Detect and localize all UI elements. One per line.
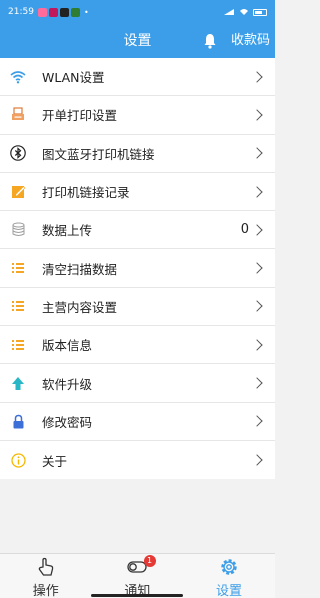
tab-label: 设置 (215, 584, 242, 598)
payment-code-button[interactable]: 收款码 (231, 24, 270, 58)
menu-item-label: WLAN设置 (42, 70, 105, 86)
chevron-right-icon (251, 415, 263, 427)
gear-icon (221, 559, 237, 575)
battery-icon (253, 8, 267, 16)
wifi-status-icon (240, 9, 248, 15)
app-notification-icon (48, 7, 58, 17)
menu-item-clear-scan-data[interactable]: 清空扫描数据 (0, 249, 275, 288)
app-notification-icon (37, 7, 47, 17)
list-icon (10, 260, 26, 276)
upload-count: 0 (240, 222, 249, 238)
edit-icon (10, 184, 26, 200)
status-bar: 21:59 • (0, 0, 275, 24)
chevron-right-icon (251, 377, 263, 389)
tab-label: 操作 (32, 584, 59, 598)
menu-item-printer-history[interactable]: 打印机链接记录 (0, 173, 275, 212)
menu-item-label: 关于 (42, 453, 68, 469)
chevron-right-icon (251, 454, 263, 466)
list-icon (10, 298, 26, 314)
menu-item-label: 数据上传 (42, 223, 93, 239)
status-indicators (223, 8, 267, 16)
menu-item-label: 版本信息 (42, 338, 93, 354)
tab-operations[interactable]: 操作 (0, 554, 92, 598)
home-indicator (91, 594, 183, 597)
menu-item-bluetooth-printer[interactable]: 图文蓝牙打印机链接 (0, 135, 275, 173)
chevron-right-icon (251, 70, 263, 83)
menu-item-change-password[interactable]: 修改密码 (0, 403, 275, 441)
notification-badge: 1 (143, 555, 156, 567)
chevron-right-icon (251, 109, 263, 121)
wifi-icon (10, 69, 26, 85)
bottom-tab-bar: 操作 1 通知 设置 (0, 553, 275, 598)
info-icon (10, 452, 26, 468)
menu-item-label: 修改密码 (42, 414, 93, 430)
chevron-right-icon (251, 262, 263, 274)
app-notification-icon (70, 7, 80, 17)
bell-icon[interactable] (203, 33, 217, 49)
chevron-right-icon (251, 147, 263, 159)
status-dot: • (83, 7, 89, 17)
menu-item-software-upgrade[interactable]: 软件升级 (0, 364, 275, 403)
menu-item-print-settings[interactable]: 开单打印设置 (0, 96, 275, 135)
bluetooth-icon (10, 145, 26, 162)
signal-icon (224, 9, 234, 15)
lock-icon (10, 413, 26, 429)
list-icon (10, 337, 26, 353)
menu-item-label: 开单打印设置 (42, 108, 118, 124)
menu-item-data-upload[interactable]: 数据上传 0 (0, 211, 275, 250)
menu-item-wlan[interactable]: WLAN设置 (0, 58, 275, 97)
tab-settings[interactable]: 设置 (183, 554, 275, 598)
upload-arrow-icon (10, 375, 26, 391)
hand-pointer-icon (38, 557, 54, 576)
chevron-right-icon (251, 300, 263, 313)
status-time: 21:59 (8, 7, 34, 17)
app-notification-icon (59, 7, 69, 17)
app-header: 设置 收款码 (0, 24, 275, 58)
settings-menu: WLAN设置 开单打印设置 图文蓝牙打印机链接 打印机链接记录 数据上传 0 清… (0, 58, 275, 480)
menu-item-about[interactable]: 关于 (0, 441, 275, 479)
menu-item-label: 清空扫描数据 (42, 261, 118, 277)
chevron-right-icon (251, 224, 263, 236)
menu-item-label: 打印机链接记录 (42, 185, 130, 201)
menu-item-label: 主营内容设置 (42, 299, 118, 315)
menu-item-label: 软件升级 (42, 376, 93, 392)
menu-item-label: 图文蓝牙打印机链接 (42, 146, 155, 162)
database-icon (10, 222, 26, 238)
menu-item-main-business[interactable]: 主营内容设置 (0, 288, 275, 327)
chevron-right-icon (251, 185, 263, 198)
printer-icon (10, 107, 26, 123)
chevron-right-icon (251, 339, 263, 351)
tab-notifications[interactable]: 1 通知 (92, 554, 184, 598)
menu-item-version-info[interactable]: 版本信息 (0, 326, 275, 365)
